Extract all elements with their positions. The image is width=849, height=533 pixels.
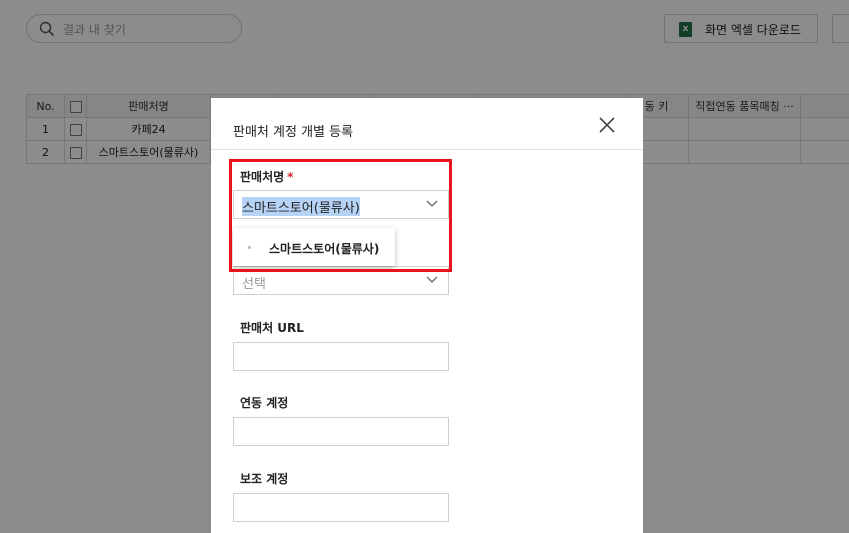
sub-account-label: 보조 계정 <box>240 472 289 486</box>
chevron-down-icon <box>426 276 438 283</box>
seller-url-label: 판매처 URL <box>240 321 304 335</box>
close-icon[interactable] <box>597 115 617 135</box>
modal-header: 판매처 계정 개별 등록 <box>211 98 643 150</box>
seller-url-input[interactable] <box>233 342 449 371</box>
sub-account-input[interactable] <box>233 493 449 522</box>
linked-account-input[interactable] <box>233 417 449 446</box>
account-type-placeholder: 선택 <box>242 277 266 292</box>
highlight-annotation <box>229 159 452 272</box>
modal-title: 판매처 계정 개별 등록 <box>233 125 354 140</box>
linked-account-label: 연동 계정 <box>240 396 289 410</box>
